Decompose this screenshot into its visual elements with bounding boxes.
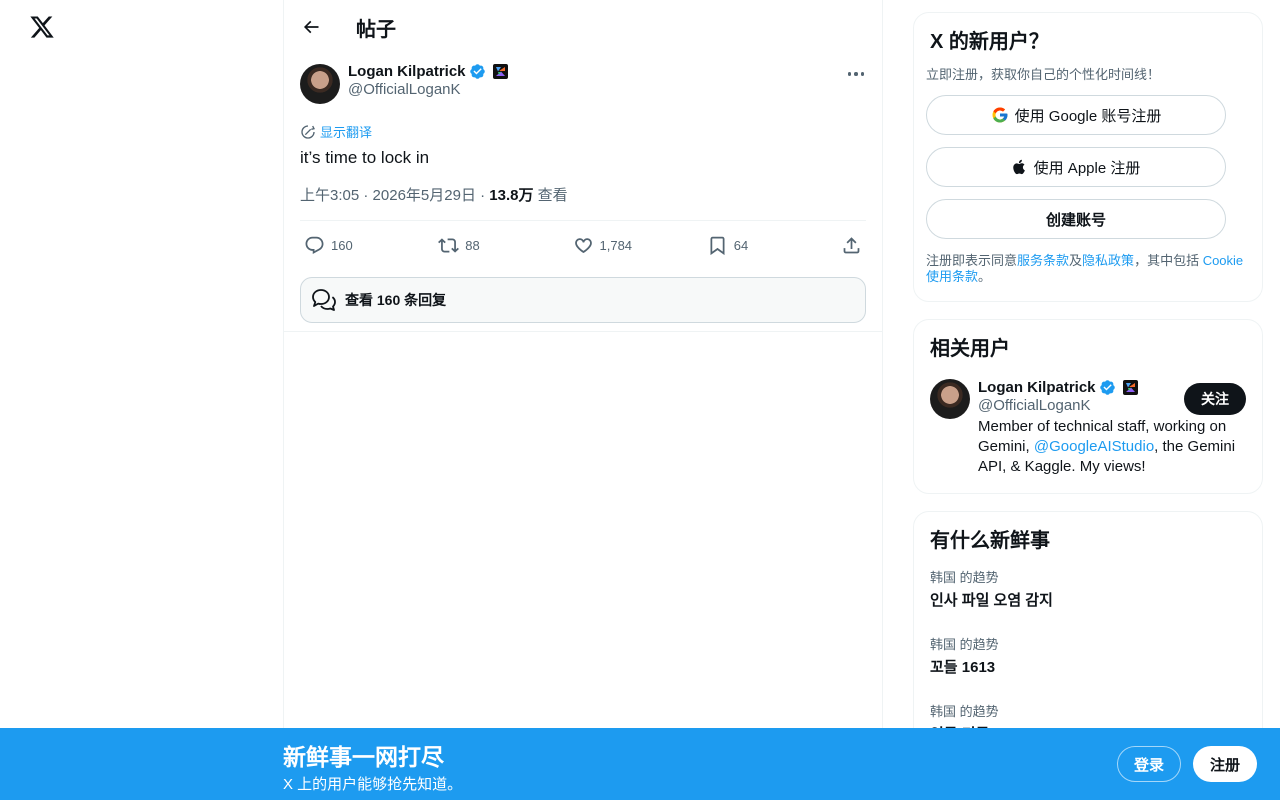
translate-icon <box>301 124 315 139</box>
view-replies-label: 查看 160 条回复 <box>345 292 447 308</box>
repost-button[interactable]: 88 <box>438 235 498 256</box>
related-title: 相关用户 <box>930 338 1010 360</box>
google-signup-label: 使用 Google 账号注册 <box>1014 107 1162 125</box>
signup-title: X 的新用户？ <box>930 31 1049 53</box>
repost-icon <box>438 237 460 253</box>
verified-badge-icon <box>1099 380 1115 395</box>
legal-mid: ，其中包括 <box>1134 253 1203 268</box>
name-line: Logan Kilpatrick <box>348 63 508 80</box>
x-logo-icon[interactable] <box>29 14 55 40</box>
signup-card: X 的新用户？ 立即注册，获取你自己的个性化时间线！ 使用 Google 账号注… <box>913 12 1263 302</box>
reply-count: 160 <box>331 237 353 253</box>
apple-signup-button[interactable]: 使用 Apple 注册 <box>926 147 1226 187</box>
related-user[interactable]: Logan Kilpatrick @OfficialLoganK Member … <box>926 379 1246 477</box>
google-signup-button[interactable]: 使用 Google 账号注册 <box>926 95 1226 135</box>
trend-meta: 韩国 的趋势 <box>930 570 999 585</box>
author-info: Logan Kilpatrick @OfficialLoganK <box>348 63 508 98</box>
avatar[interactable] <box>930 379 970 419</box>
bookmark-count: 64 <box>733 237 749 253</box>
bottom-bar-subtitle: X 上的用户能够抢先知道。 <box>283 776 463 793</box>
trend-meta: 韩国 的趋势 <box>930 637 999 652</box>
action-bar: 160 88 1,784 64 <box>300 221 866 269</box>
bottom-bar-title: 新鲜事一网打尽 <box>283 744 444 770</box>
trends-title: 有什么新鲜事 <box>930 530 1050 552</box>
share-button[interactable] <box>841 235 862 256</box>
more-dot <box>854 72 858 76</box>
like-count: 1,784 <box>599 237 633 253</box>
avatar[interactable] <box>300 64 340 104</box>
bookmark-icon <box>710 236 725 255</box>
repost-count: 88 <box>465 237 480 253</box>
post-date[interactable]: 2026年5月29日 <box>373 187 476 204</box>
views-count: 13.8万 <box>489 187 534 204</box>
meta-separator: · <box>363 187 373 204</box>
signup-button[interactable]: 注册 <box>1193 746 1257 782</box>
create-account-label: 创建账号 <box>1045 211 1106 229</box>
post-time[interactable]: 上午3:05 <box>300 187 359 204</box>
trend-item[interactable]: 韩国 的趋势 꼬들 1613 <box>926 620 1246 687</box>
terms-link[interactable]: 服务条款 <box>1017 253 1069 268</box>
legal-end: 。 <box>978 269 992 284</box>
bookmark-button[interactable]: 64 <box>707 235 767 256</box>
legal-and: 及 <box>1069 253 1083 268</box>
heart-icon <box>574 237 592 253</box>
legal-text: 注册即表示同意服务条款及隐私政策，其中包括 Cookie 使用条款。 <box>926 253 1246 285</box>
verified-badge-icon <box>469 64 485 79</box>
page-header: 帖子 <box>284 0 882 54</box>
apple-icon <box>1012 159 1025 175</box>
bottom-bar-text: 新鲜事一网打尽 X 上的用户能够抢先知道。 <box>283 738 462 794</box>
left-nav <box>0 0 284 800</box>
trend-meta: 韩国 的趋势 <box>930 704 999 719</box>
login-button[interactable]: 登录 <box>1117 746 1181 782</box>
bottom-signup-bar: 新鲜事一网打尽 X 上的用户能够抢先知道。 登录 注册 <box>0 728 1280 800</box>
right-sidebar: X 的新用户？ 立即注册，获取你自己的个性化时间线！ 使用 Google 账号注… <box>913 12 1263 772</box>
affiliation-badge-icon[interactable] <box>1122 380 1138 395</box>
create-account-button[interactable]: 创建账号 <box>926 199 1226 239</box>
privacy-link[interactable]: 隐私政策 <box>1082 253 1134 268</box>
related-user-bio: Member of technical staff, working on Ge… <box>978 417 1246 477</box>
apple-signup-label: 使用 Apple 注册 <box>1033 159 1141 177</box>
more-dot <box>860 72 865 76</box>
more-dot <box>847 72 852 76</box>
page-title: 帖子 <box>356 18 396 41</box>
author-handle[interactable]: @OfficialLoganK <box>348 81 508 98</box>
more-options-button[interactable] <box>846 66 866 82</box>
author-name[interactable]: Logan Kilpatrick <box>348 63 466 80</box>
share-icon <box>843 236 860 253</box>
back-button[interactable] <box>300 16 322 38</box>
chat-bubbles-icon <box>312 289 336 311</box>
bio-mention-link[interactable]: @GoogleAIStudio <box>1034 438 1154 455</box>
main-column: 帖子 Logan Kilpatrick @OfficialLoganK 显示翻译… <box>284 0 883 800</box>
reply-button[interactable]: 160 <box>304 235 364 256</box>
back-arrow-icon <box>303 20 319 34</box>
follow-button[interactable]: 关注 <box>1184 383 1246 415</box>
related-users-card: 相关用户 Logan Kilpatrick @OfficialLoganK Me… <box>913 319 1263 494</box>
post-text: it’s time to lock in <box>300 148 430 167</box>
like-button[interactable]: 1,784 <box>573 235 633 256</box>
post: Logan Kilpatrick @OfficialLoganK 显示翻译 it… <box>284 54 882 332</box>
reply-icon <box>305 236 324 254</box>
trend-item[interactable]: 韩国 的趋势 인사 파일 오염 감지 <box>926 553 1246 620</box>
post-meta: 上午3:05 · 2026年5月29日 · 13.8万 查看 <box>300 184 866 221</box>
trend-name: 꼬들 1613 <box>930 659 996 676</box>
author-row: Logan Kilpatrick @OfficialLoganK <box>300 63 866 108</box>
translate-label: 显示翻译 <box>320 125 373 140</box>
signup-subtitle: 立即注册，获取你自己的个性化时间线！ <box>926 67 1161 82</box>
trend-name: 인사 파일 오염 감지 <box>930 592 1053 609</box>
related-user-name[interactable]: Logan Kilpatrick <box>978 379 1096 396</box>
legal-prefix: 注册即表示同意 <box>926 253 1018 268</box>
translate-link[interactable]: 显示翻译 <box>300 122 372 141</box>
google-icon <box>992 107 1008 123</box>
views-label: 查看 <box>537 187 568 204</box>
view-replies-button[interactable]: 查看 160 条回复 <box>300 277 866 323</box>
meta-separator: · <box>480 187 490 204</box>
trends-card: 有什么新鲜事 韩国 的趋势 인사 파일 오염 감지 韩国 的趋势 꼬들 1613… <box>913 511 1263 755</box>
affiliation-badge-icon[interactable] <box>492 64 508 79</box>
